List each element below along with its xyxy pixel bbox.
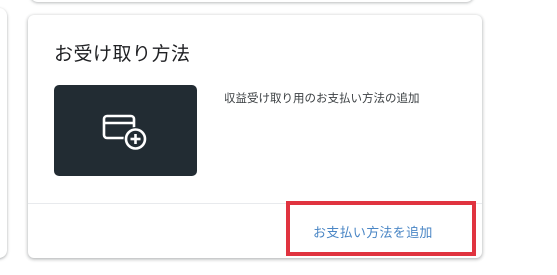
add-payment-card-icon (102, 114, 148, 151)
add-payment-method-tile[interactable] (54, 85, 197, 176)
card-title: お受け取り方法 (54, 43, 191, 65)
adjacent-card-left (0, 8, 7, 258)
add-payment-method-link[interactable]: お支払い方法を追加 (313, 222, 433, 241)
payment-method-description: 収益受け取り用のお支払い方法の追加 (224, 91, 420, 105)
adjacent-card-top (30, 0, 474, 2)
